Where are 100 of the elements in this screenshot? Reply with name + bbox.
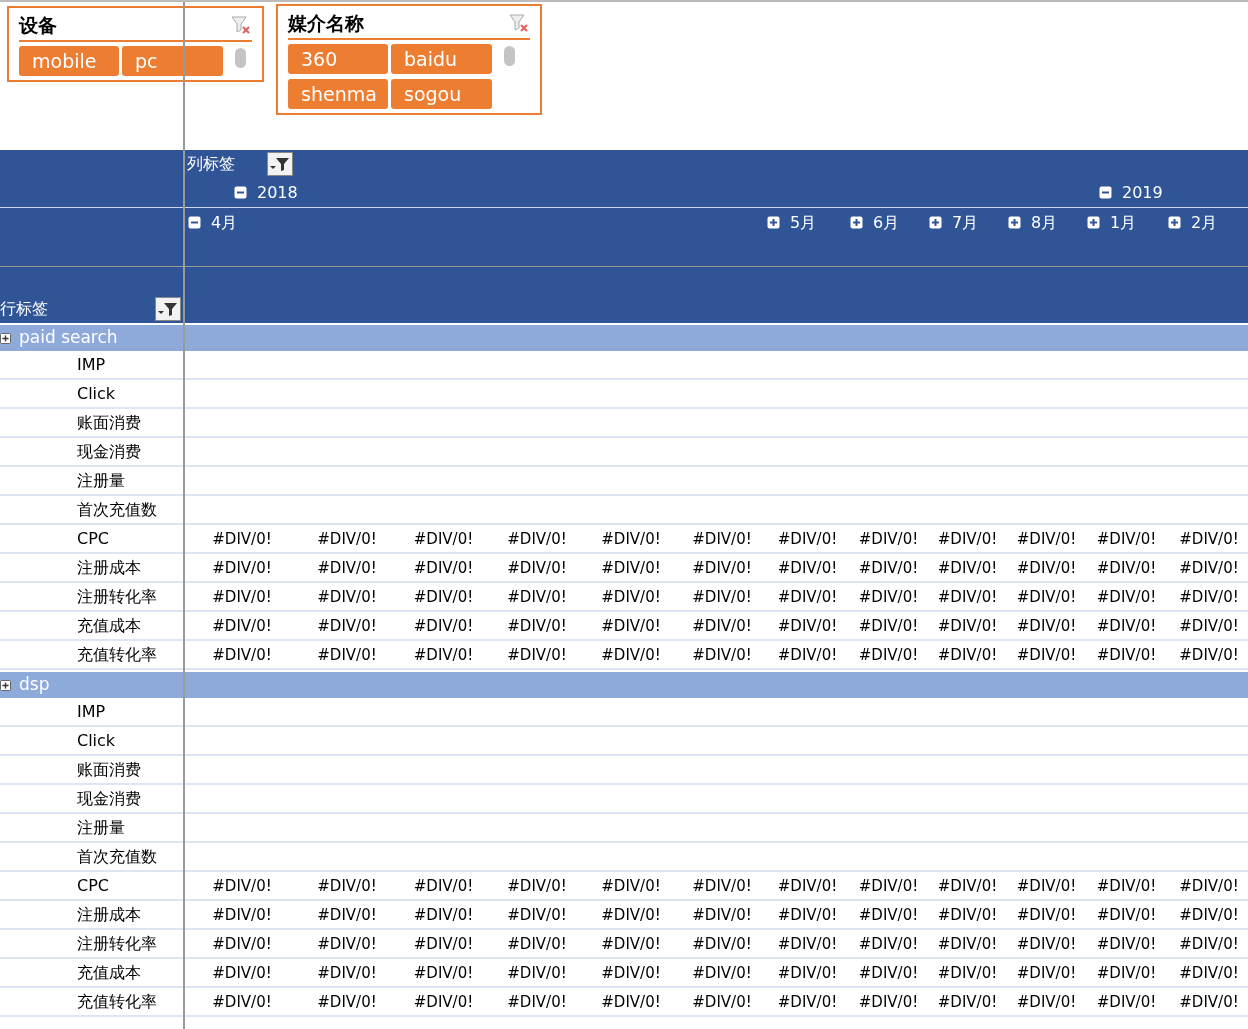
table-cell: #DIV/0! (1096, 529, 1157, 548)
expand-icon[interactable] (1168, 216, 1181, 229)
row-label: Click (77, 383, 116, 403)
table-cell: #DIV/0! (212, 529, 272, 548)
table-cell: #DIV/0! (777, 876, 838, 895)
table-cell: #DIV/0! (937, 963, 998, 982)
table-cell: #DIV/0! (212, 645, 272, 664)
table-cell: #DIV/0! (507, 529, 567, 548)
slicer-item[interactable]: mobile (19, 46, 119, 76)
table-cell: #DIV/0! (601, 905, 661, 924)
table-cell: #DIV/0! (507, 558, 567, 577)
group-row[interactable]: paid search (0, 323, 1248, 351)
table-cell: #DIV/0! (1096, 934, 1157, 953)
table-cell: #DIV/0! (777, 587, 838, 606)
expand-icon[interactable] (1008, 216, 1021, 229)
scrollbar-thumb[interactable] (504, 46, 515, 66)
table-cell: #DIV/0! (1179, 529, 1239, 548)
filter-dropdown-icon[interactable] (155, 296, 181, 321)
year-header: 2018 (257, 181, 298, 204)
expand-icon[interactable] (1087, 216, 1100, 229)
collapse-icon[interactable] (1099, 186, 1112, 199)
table-cell: #DIV/0! (317, 645, 377, 664)
table-cell: #DIV/0! (1179, 558, 1239, 577)
table-cell: #DIV/0! (692, 645, 752, 664)
table-cell: #DIV/0! (413, 905, 474, 924)
row-label: 充值成本 (77, 962, 141, 982)
row-label: 现金消费 (77, 788, 141, 808)
table-cell: #DIV/0! (507, 876, 567, 895)
table-cell: #DIV/0! (1016, 876, 1077, 895)
row-label: 充值转化率 (77, 644, 157, 664)
table-cell: #DIV/0! (212, 876, 272, 895)
table-cell: #DIV/0! (212, 558, 272, 577)
table-cell: #DIV/0! (212, 934, 272, 953)
slicer-item[interactable]: 360 (288, 44, 388, 74)
table-cell: #DIV/0! (1179, 616, 1239, 635)
table-cell: #DIV/0! (858, 905, 919, 924)
table-cell: #DIV/0! (507, 934, 567, 953)
table-cell: #DIV/0! (212, 616, 272, 635)
table-cell: #DIV/0! (1096, 587, 1157, 606)
table-cell: #DIV/0! (692, 905, 752, 924)
filter-dropdown-icon[interactable] (267, 152, 293, 176)
table-cell: #DIV/0! (937, 587, 998, 606)
table-cell: #DIV/0! (1016, 963, 1077, 982)
table-cell: #DIV/0! (858, 876, 919, 895)
table-cell: #DIV/0! (692, 963, 752, 982)
table-cell: #DIV/0! (317, 616, 377, 635)
expand-icon[interactable] (767, 216, 780, 229)
table-cell: #DIV/0! (692, 616, 752, 635)
slicer-item[interactable]: shenma (288, 79, 388, 109)
table-cell: #DIV/0! (1179, 934, 1239, 953)
slicer-item[interactable]: pc (122, 46, 223, 76)
table-cell: #DIV/0! (413, 992, 474, 1011)
row-label: 账面消费 (77, 759, 141, 779)
table-cell: #DIV/0! (317, 876, 377, 895)
expand-icon[interactable] (929, 216, 942, 229)
expand-icon[interactable] (0, 679, 11, 691)
table-cell: #DIV/0! (1179, 876, 1239, 895)
table-cell: #DIV/0! (1096, 963, 1157, 982)
row-label: 注册转化率 (77, 933, 157, 953)
table-cell: #DIV/0! (413, 529, 474, 548)
slicer-item[interactable]: baidu (391, 44, 492, 74)
expand-icon[interactable] (850, 216, 863, 229)
table-cell: #DIV/0! (858, 992, 919, 1011)
table-cell: #DIV/0! (1096, 558, 1157, 577)
table-cell: #DIV/0! (1179, 992, 1239, 1011)
month-header: 2月 (1191, 211, 1218, 234)
table-cell: #DIV/0! (507, 905, 567, 924)
table-cell: #DIV/0! (507, 992, 567, 1011)
table-cell: #DIV/0! (858, 616, 919, 635)
collapse-icon[interactable] (188, 216, 201, 229)
table-cell: #DIV/0! (212, 963, 272, 982)
table-cell: #DIV/0! (317, 992, 377, 1011)
table-cell: #DIV/0! (212, 905, 272, 924)
collapse-icon[interactable] (234, 186, 247, 199)
group-row[interactable]: dsp (0, 670, 1248, 698)
table-cell: #DIV/0! (858, 587, 919, 606)
table-cell: #DIV/0! (777, 905, 838, 924)
table-cell: #DIV/0! (1096, 616, 1157, 635)
clear-filter-icon[interactable] (508, 12, 530, 34)
table-cell: #DIV/0! (1016, 616, 1077, 635)
table-cell: #DIV/0! (317, 558, 377, 577)
table-cell: #DIV/0! (507, 587, 567, 606)
table-cell: #DIV/0! (507, 645, 567, 664)
table-cell: #DIV/0! (601, 529, 661, 548)
slicer-item[interactable]: sogou (391, 79, 492, 109)
clear-filter-icon[interactable] (230, 14, 252, 36)
row-label: IMP (77, 354, 106, 374)
table-cell: #DIV/0! (858, 529, 919, 548)
scrollbar-thumb[interactable] (235, 48, 246, 68)
table-cell: #DIV/0! (937, 905, 998, 924)
table-cell: #DIV/0! (1016, 934, 1077, 953)
expand-icon[interactable] (0, 332, 11, 344)
table-cell: #DIV/0! (1179, 905, 1239, 924)
table-cell: #DIV/0! (777, 992, 838, 1011)
table-cell: #DIV/0! (692, 529, 752, 548)
row-label: 注册转化率 (77, 586, 157, 606)
row-label: 首次充值数 (77, 499, 157, 519)
table-cell: #DIV/0! (777, 616, 838, 635)
table-cell: #DIV/0! (937, 558, 998, 577)
table-cell: #DIV/0! (937, 992, 998, 1011)
